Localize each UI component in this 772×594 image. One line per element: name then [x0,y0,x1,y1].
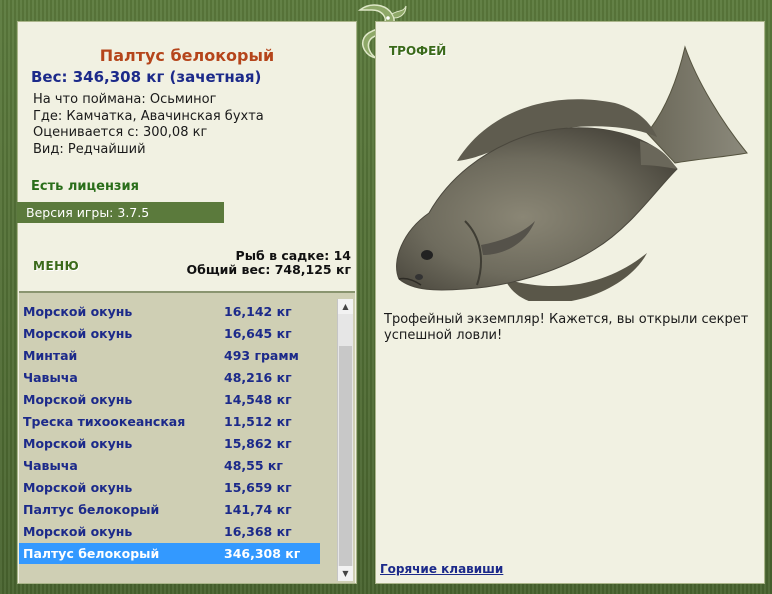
fish-title: Палтус белокорый [99,46,275,65]
catch-fish-name: Морской окунь [23,436,133,451]
catch-row[interactable]: Морской окунь 14,548 кг [19,389,320,410]
trophy-panel: ТРОФЕЙ Трофейный экземпляр! Кажется, вы … [375,21,765,584]
catch-fish-name: Морской окунь [23,304,133,319]
catch-row[interactable]: Чавыча 48,216 кг [19,367,320,388]
catch-fish-name: Треска тихоокеанская [23,414,186,429]
catch-fish-weight: 346,308 кг [224,546,301,561]
catch-fish-name: Морской окунь [23,480,133,495]
rating-info: Оценивается с: 300,08 кг [33,125,208,140]
catch-fish-weight: 141,74 кг [224,502,292,517]
scroll-thumb[interactable] [339,346,352,566]
catch-list: Морской окунь 16,142 кг Морской окунь 16,64… [19,291,355,583]
catch-row[interactable]: Чавыча 48,55 кг [19,455,320,476]
catch-row[interactable]: Морской окунь 15,659 кг [19,477,320,498]
fish-info-panel: Палтус белокорый Вес: 346,308 кг (зачетн… [17,21,357,584]
catch-fish-weight: 16,142 кг [224,304,292,319]
catch-fish-weight: 48,55 кг [224,458,283,473]
catch-row[interactable]: Треска тихоокеанская 11,512 кг [19,411,320,432]
catch-fish-name: Морской окунь [23,392,133,407]
menu-button[interactable]: МЕНЮ [33,259,79,273]
catch-row[interactable]: Морской окунь 15,862 кг [19,433,320,454]
catch-row[interactable]: Палтус белокорый 346,308 кг [19,543,320,564]
catch-row[interactable]: Минтай 493 грамм [19,345,320,366]
species-info: Вид: Редчайший [33,141,146,157]
catch-fish-name: Чавыча [23,370,78,385]
fish-weight: Вес: 346,308 кг (зачетная) [31,68,262,86]
fish-details: На что поймана: Осьминог Где: Камчатка, … [33,92,264,158]
catch-fish-weight: 14,548 кг [224,392,292,407]
catch-fish-weight: 493 грамм [224,348,299,363]
license-status: Есть лицензия [31,179,139,194]
catch-row[interactable]: Морской окунь 16,142 кг [19,301,320,322]
catch-fish-weight: 16,645 кг [224,326,292,341]
catch-fish-weight: 16,368 кг [224,524,292,539]
location-info: Где: Камчатка, Авачинская бухта [33,108,264,124]
catch-fish-weight: 48,216 кг [224,370,292,385]
catch-fish-name: Минтай [23,348,78,363]
trophy-text: Трофейный экземпляр! Кажется, вы открыли… [384,312,749,343]
catch-fish-weight: 15,862 кг [224,436,292,451]
net-stats: Рыб в садке: 14 Общий вес: 748,125 кг [187,249,352,277]
catch-row[interactable]: Морской окунь 16,645 кг [19,323,320,344]
hotkeys-link[interactable]: Горячие клавиши [380,562,503,576]
catch-fish-name: Морской окунь [23,524,133,539]
catch-list-scrollbar[interactable]: ▲ ▼ [337,299,353,581]
halibut-image [396,45,748,301]
version-bar: Версия игры: 3.7.5 [17,202,224,223]
net-count: Рыб в садке: 14 [235,248,351,263]
catch-fish-name: Чавыча [23,458,78,473]
catch-fish-name: Морской окунь [23,326,133,341]
scroll-up-icon[interactable]: ▲ [338,299,353,314]
catch-fish-weight: 15,659 кг [224,480,292,495]
bait-info: На что поймана: Осьминог [33,92,217,107]
net-total-weight: Общий вес: 748,125 кг [186,262,352,277]
catch-fish-name: Палтус белокорый [23,546,160,561]
catch-fish-weight: 11,512 кг [224,414,292,429]
scroll-down-icon[interactable]: ▼ [338,566,353,581]
catch-row[interactable]: Палтус белокорый 141,74 кг [19,499,320,520]
catch-fish-name: Палтус белокорый [23,502,160,517]
catch-row[interactable]: Морской окунь 16,368 кг [19,521,320,542]
